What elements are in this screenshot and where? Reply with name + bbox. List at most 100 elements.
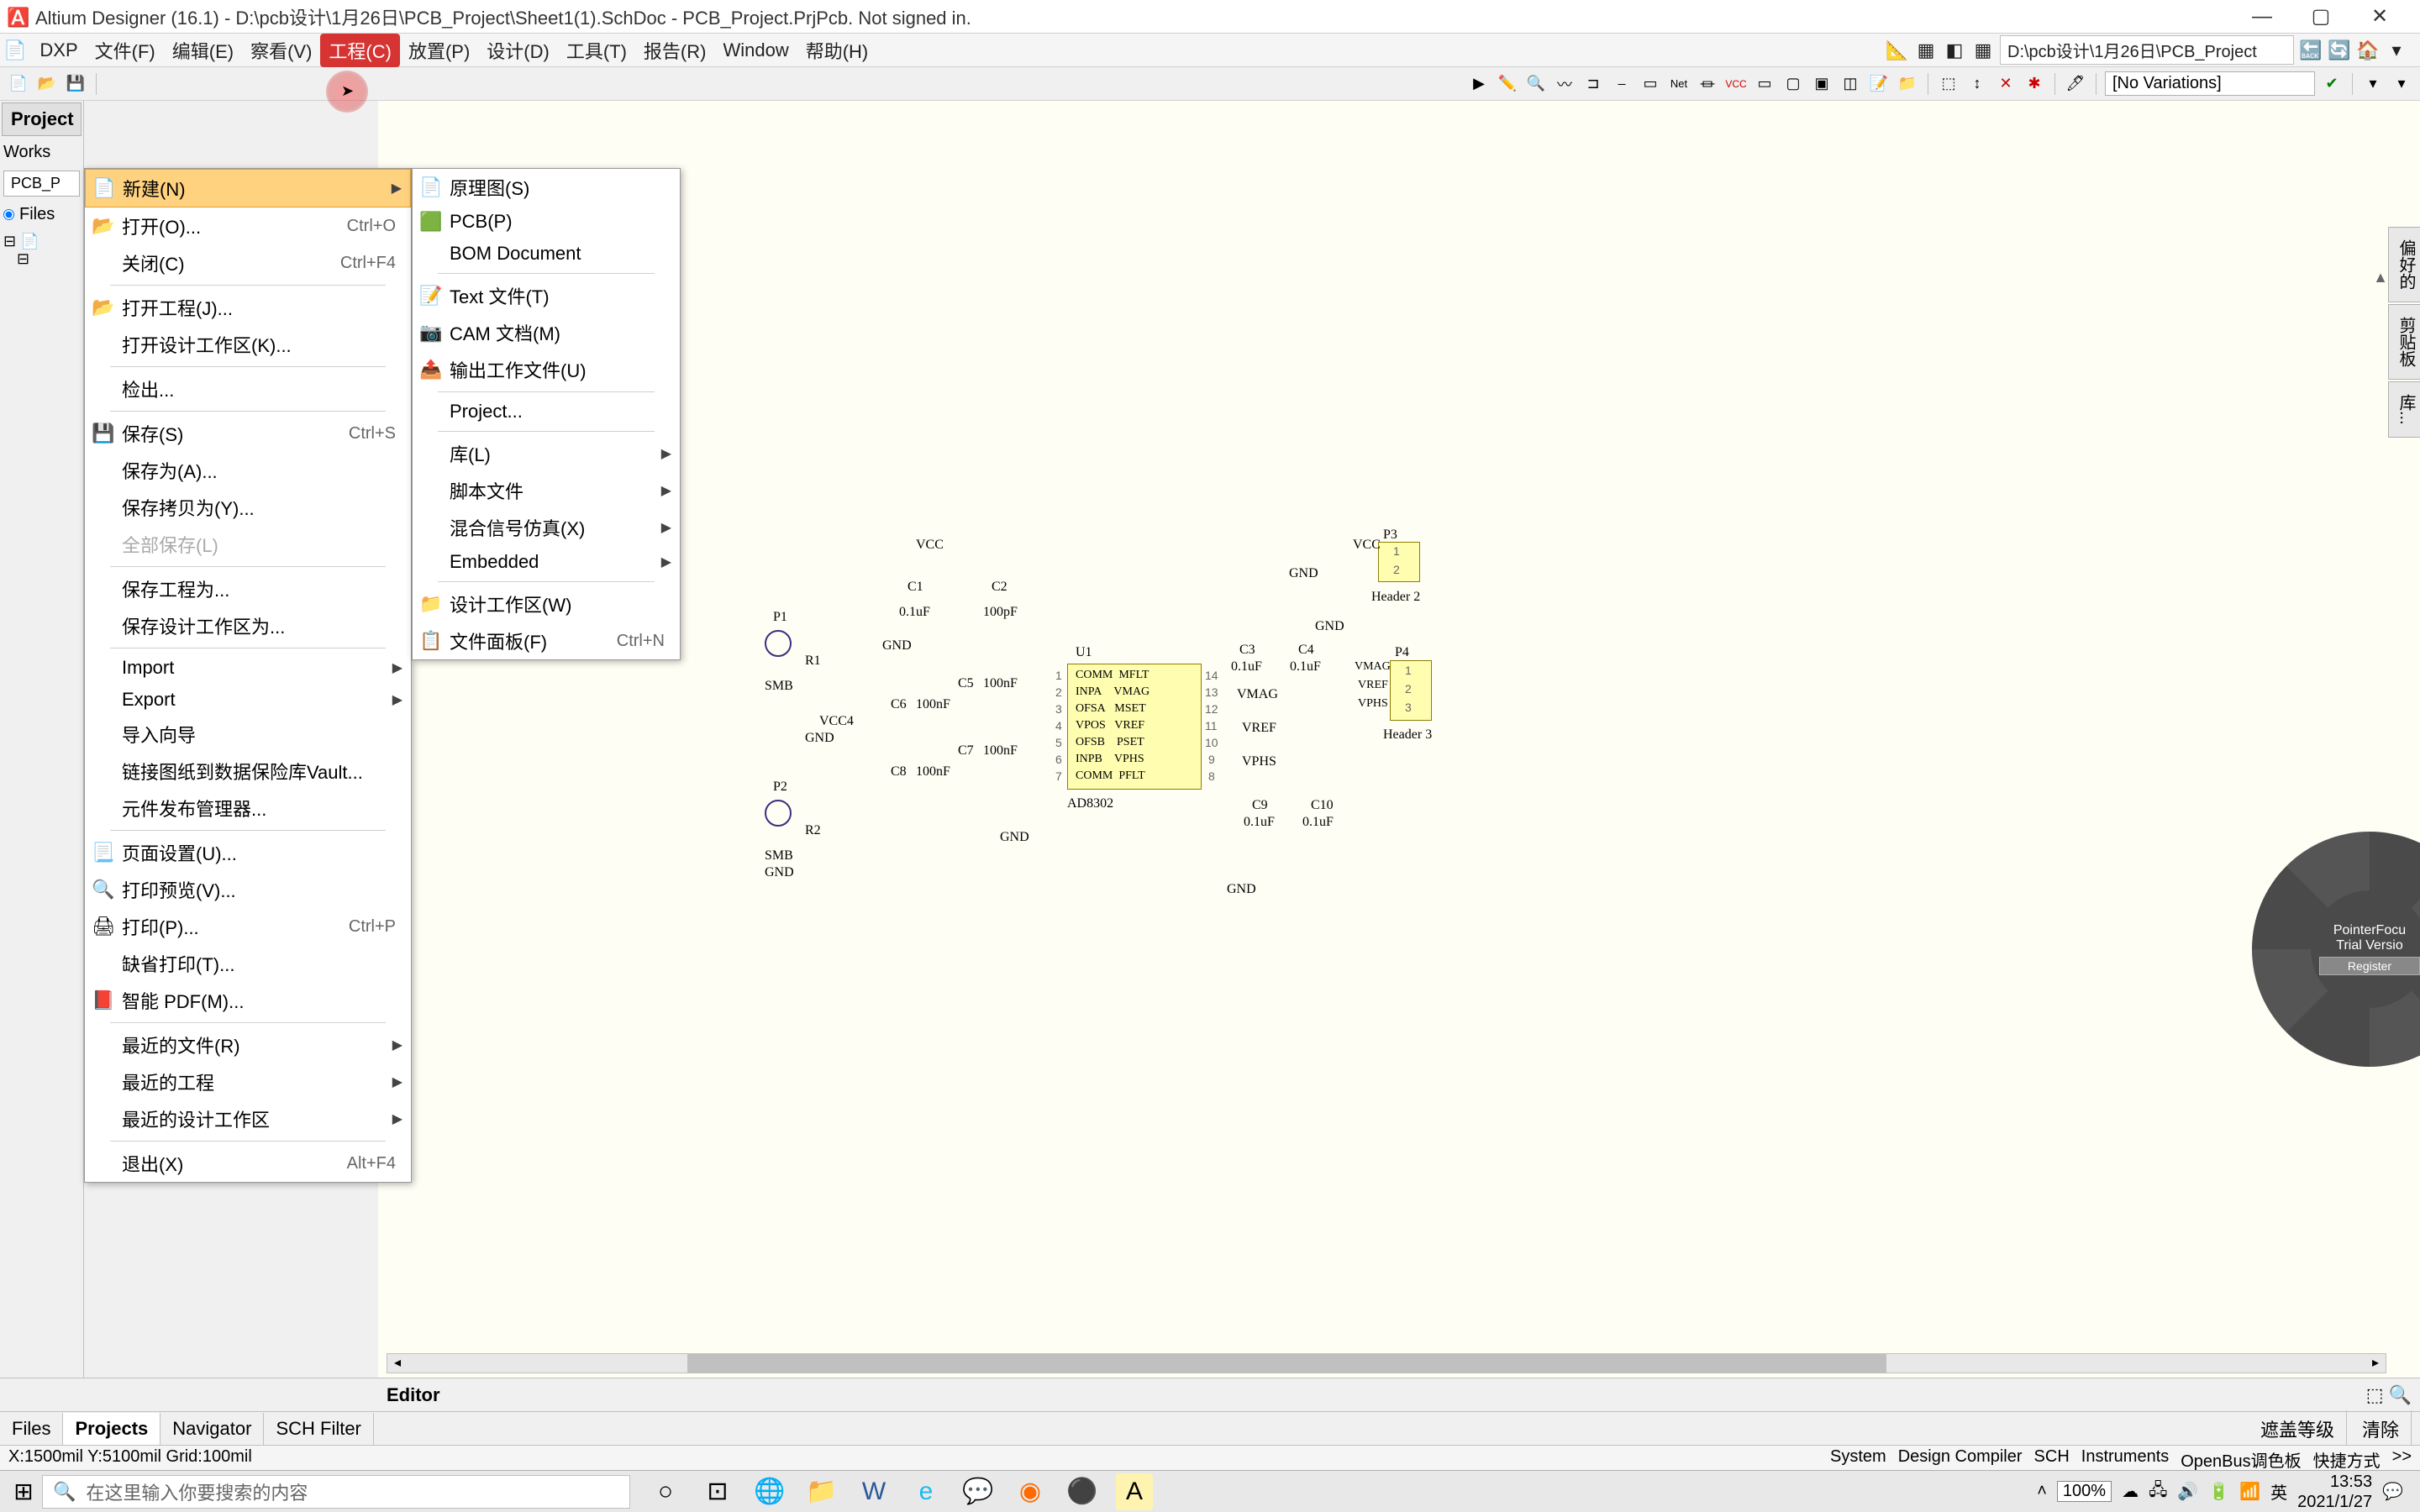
menu-window[interactable]: Window (714, 36, 797, 65)
submenu-item[interactable]: 📝Text 文件(T) (413, 277, 680, 314)
tool-icon[interactable]: 📐 (1886, 39, 1909, 62)
tray-up-icon[interactable]: ˄ (2037, 1482, 2047, 1501)
clear-button[interactable]: 清除 (2350, 1410, 2412, 1447)
clock[interactable]: 13:53 2021/1/27 (2297, 1472, 2372, 1512)
panel-icons[interactable]: ⬚ 🔍 (2366, 1384, 2412, 1406)
file-menu-item[interactable]: 保存拷贝为(Y)... (85, 489, 411, 526)
check-icon[interactable]: ✔ (2320, 72, 2344, 96)
edge-icon[interactable]: 🌐 (751, 1473, 788, 1510)
net-icon[interactable]: ⎯ (1610, 72, 1634, 96)
menu-report[interactable]: 报告(R) (635, 34, 715, 67)
status-shortcuts[interactable]: 快捷方式 (2313, 1447, 2381, 1468)
submenu-item[interactable]: 📄原理图(S) (413, 169, 680, 206)
variations-dropdown[interactable] (2105, 71, 2315, 96)
app-icon[interactable]: ◉ (1012, 1473, 1049, 1510)
note-icon[interactable]: 📝 (1867, 72, 1891, 96)
submenu-item[interactable]: 混合信号仿真(X)▶ (413, 509, 680, 546)
pencil-icon[interactable]: ✏️ (1496, 72, 1519, 96)
menu-project[interactable]: 工程(C) (320, 34, 400, 67)
file-menu-item[interactable]: 链接图纸到数据保险库Vault... (85, 753, 411, 790)
altium-icon[interactable]: A (1116, 1473, 1153, 1510)
file-menu-item[interactable]: 最近的文件(R)▶ (85, 1026, 411, 1063)
ime-label[interactable]: 英 (2270, 1479, 2287, 1504)
menu-tools[interactable]: 工具(T) (558, 34, 635, 67)
mask-level-button[interactable]: 遮盖等级 (2249, 1410, 2347, 1447)
file-menu-item[interactable]: Export▶ (85, 684, 411, 716)
horizontal-scrollbar[interactable]: ◂ ▸ (387, 1353, 2386, 1373)
submenu-item[interactable]: 📁设计工作区(W) (413, 585, 680, 622)
save-icon[interactable]: 💾 (64, 72, 87, 96)
file-menu-item[interactable]: 导入向导 (85, 716, 411, 753)
status-system[interactable]: System (1830, 1447, 1886, 1468)
del-icon[interactable]: ✕ (1994, 72, 2018, 96)
wifi-icon[interactable]: 📶 (2239, 1481, 2260, 1502)
wire-icon[interactable]: 〰 (1553, 72, 1576, 96)
file-menu-item[interactable]: 保存为(A)... (85, 452, 411, 489)
part-icon[interactable]: ▭ (1753, 72, 1776, 96)
file-menu-item[interactable]: 打开设计工作区(K)... (85, 326, 411, 363)
menu-help[interactable]: 帮助(H) (797, 34, 877, 67)
menu-file[interactable]: 文件(F) (87, 34, 164, 67)
taskview-icon[interactable]: ⊡ (699, 1473, 736, 1510)
file-menu-item[interactable]: 📂打开工程(J)... (85, 289, 411, 326)
scrollbar-thumb[interactable] (687, 1354, 1886, 1373)
status-more[interactable]: >> (2392, 1447, 2412, 1468)
bot-tab-navigator[interactable]: Navigator (160, 1413, 264, 1445)
network-icon[interactable]: 🖧 (2149, 1478, 2167, 1506)
submenu-item[interactable]: 📷CAM 文档(M) (413, 314, 680, 351)
schematic-canvas[interactable]: VCC C1 0.1uF C2 100pF GND P1 SMB R1 P2 S… (378, 101, 2420, 1403)
submenu-item[interactable]: Embedded▶ (413, 546, 680, 578)
windows-search[interactable]: 🔍 在这里输入你要搜索的内容 (42, 1475, 630, 1509)
submenu-item[interactable]: 库(L)▶ (413, 435, 680, 472)
menu-edit[interactable]: 编辑(E) (164, 34, 242, 67)
cfg-icon[interactable]: ▾ (2390, 72, 2413, 96)
vcc-icon[interactable]: VCC (1724, 72, 1748, 96)
file-menu-item[interactable]: 最近的工程▶ (85, 1063, 411, 1100)
file-menu-item[interactable]: 全部保存(L) (85, 526, 411, 563)
home-icon[interactable]: 🏠 (2356, 39, 2380, 62)
zoom-label[interactable]: 100% (2057, 1481, 2112, 1502)
menu-place[interactable]: 放置(P) (400, 34, 478, 67)
bus-icon[interactable]: ⊐ (1581, 72, 1605, 96)
new-icon[interactable]: 📄 (7, 72, 30, 96)
zoom-icon[interactable]: 🔍 (1524, 72, 1548, 96)
file-menu-item[interactable]: 最近的设计工作区▶ (85, 1100, 411, 1137)
vtab-clipboard[interactable]: 剪贴板 (2388, 304, 2420, 380)
submenu-item[interactable]: BOM Document (413, 238, 680, 270)
file-menu-item[interactable]: 缺省打印(T)... (85, 945, 411, 982)
bot-tab-schfilter[interactable]: SCH Filter (264, 1413, 373, 1445)
file-menu-item[interactable]: 保存设计工作区为... (85, 607, 411, 644)
onedrive-icon[interactable]: ☁ (2122, 1481, 2139, 1502)
cortana-icon[interactable]: ○ (647, 1473, 684, 1510)
file-menu-item[interactable]: 元件发布管理器... (85, 790, 411, 827)
menu-dxp[interactable]: DXP (31, 36, 86, 65)
vtab-favorites[interactable]: 偏好的 (2388, 227, 2420, 302)
vtab-library[interactable]: 库... (2388, 381, 2420, 438)
files-radio[interactable] (3, 209, 14, 220)
word-icon[interactable]: W (855, 1473, 892, 1510)
ie-icon[interactable]: e (908, 1473, 944, 1510)
start-button[interactable]: ⊞ (5, 1473, 42, 1510)
project-panel-tab[interactable]: Project (2, 102, 82, 136)
status-compiler[interactable]: Design Compiler (1898, 1447, 2023, 1468)
submenu-item[interactable]: 🟩PCB(P) (413, 206, 680, 238)
harness-icon[interactable]: ◫ (1839, 72, 1862, 96)
file-menu-item[interactable]: 💾保存(S)Ctrl+S (85, 415, 411, 452)
doc-tab[interactable]: PCB_P (3, 171, 80, 197)
file-menu-item[interactable]: 保存工程为... (85, 570, 411, 607)
bot-tab-projects[interactable]: Projects (63, 1413, 160, 1445)
menu-view[interactable]: 察看(V) (242, 34, 320, 67)
nav-back-icon[interactable]: 🔙 (2299, 39, 2323, 62)
open-icon[interactable]: 📂 (35, 72, 59, 96)
vscroll-up-icon[interactable]: ▲ (2373, 269, 2388, 286)
file-menu-item[interactable]: Import▶ (85, 652, 411, 684)
file-menu-item[interactable]: 📄新建(N)▶ (85, 169, 411, 207)
workspace-row[interactable]: Works (0, 138, 83, 167)
status-openbus[interactable]: OpenBus调色板 (2181, 1447, 2301, 1468)
cfg-icon[interactable]: ▾ (2361, 72, 2385, 96)
file-menu-item[interactable]: 🖨打印(P)...Ctrl+P (85, 908, 411, 945)
file-menu-item[interactable]: 📂打开(O)...Ctrl+O (85, 207, 411, 244)
sound-icon[interactable]: 🔊 (2177, 1481, 2198, 1502)
tool-icon[interactable]: ▦ (1971, 39, 1995, 62)
nav-icon[interactable]: ▶ (1467, 72, 1491, 96)
